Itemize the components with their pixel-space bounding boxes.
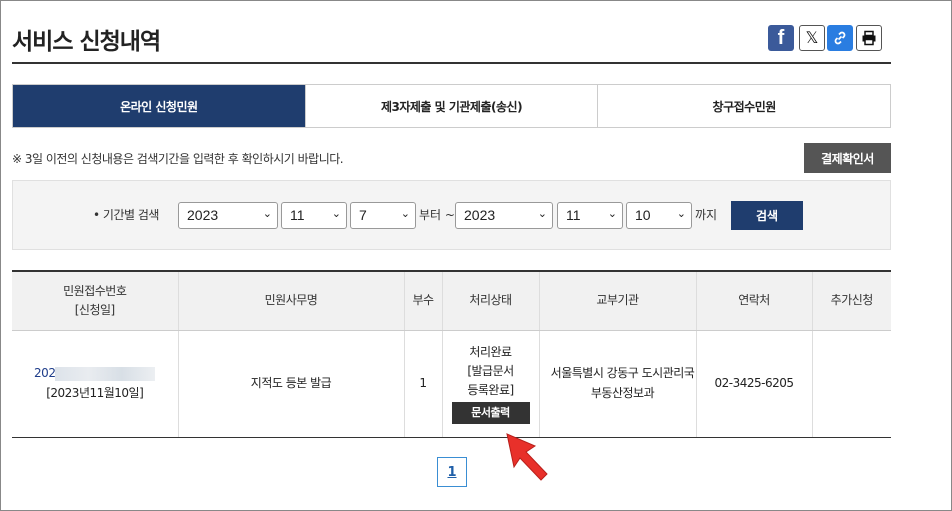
col-header-office: 교부기관	[538, 270, 696, 331]
col-header-copies: 부수	[403, 270, 442, 331]
link-copy-icon[interactable]	[827, 25, 853, 51]
tab-counter-application[interactable]: 창구접수민원	[597, 85, 891, 127]
chevron-down-icon: ⌄	[331, 208, 341, 220]
col-header-app-no: 민원접수번호 [신청일]	[12, 270, 178, 331]
range-from-suffix: 부터 ~	[419, 208, 455, 222]
redacted-number	[55, 366, 156, 381]
facebook-share-icon[interactable]: f	[768, 25, 794, 51]
table-row: 202 [2023년11월10일] 지적도 등본 발급 1 처리완료 [발급문서…	[12, 330, 891, 438]
search-notice: ※ 3일 이전의 신청내용은 검색기간을 입력한 후 확인하시기 바랍니다.	[12, 152, 344, 166]
to-month-value: 11	[566, 207, 581, 223]
tab-third-party-submission[interactable]: 제3자제출 및 기관제출(송신)	[304, 85, 598, 127]
office-line-1: 서울특별시 강동구 도시관리국	[550, 366, 695, 381]
from-month-select[interactable]: 11 ⌄	[281, 202, 347, 229]
from-day-value: 7	[359, 207, 367, 223]
cell-office: 서울특별시 강동구 도시관리국 부동산정보과	[538, 330, 696, 438]
cell-app-no: 202 [2023년11월10일]	[12, 330, 178, 438]
table-header-row: 민원접수번호 [신청일] 민원사무명 부수 처리상태 교부기관 연락처 추가신청	[12, 270, 891, 331]
application-history-table: 민원접수번호 [신청일] 민원사무명 부수 처리상태 교부기관 연락처 추가신청 …	[12, 270, 891, 438]
cell-status: 처리완료 [발급문서 등록완료] 문서출력	[441, 330, 539, 438]
from-month-value: 11	[290, 207, 305, 223]
cell-contact: 02-3425-6205	[695, 330, 812, 438]
document-print-button[interactable]: 문서출력	[451, 402, 530, 425]
application-number-link[interactable]: 202	[34, 366, 156, 381]
office-line-2: 부동산정보과	[590, 385, 655, 400]
x-share-icon[interactable]: 𝕏	[799, 25, 825, 51]
cell-copies: 1	[403, 330, 442, 438]
print-icon[interactable]	[856, 25, 882, 51]
tab-online-application[interactable]: 온라인 신청민원	[13, 85, 305, 127]
col-header-app-no-label: 민원접수번호	[63, 283, 127, 298]
chevron-down-icon: ⌄	[262, 208, 272, 220]
cell-name: 지적도 등본 발급	[177, 330, 404, 438]
col-header-extra: 추가신청	[811, 270, 891, 331]
tab-bar: 온라인 신청민원 제3자제출 및 기관제출(송신) 창구접수민원	[12, 84, 891, 128]
pointer-arrow-icon	[506, 433, 548, 481]
from-year-value: 2023	[187, 207, 219, 223]
status-line-1: 처리완료	[469, 344, 512, 359]
chevron-down-icon: ⌄	[607, 208, 617, 220]
from-day-select[interactable]: 7 ⌄	[350, 202, 416, 229]
status-line-3: 등록완료]	[467, 383, 514, 398]
chevron-down-icon: ⌄	[537, 208, 547, 220]
period-search-label-text: 기간별 검색	[102, 208, 160, 222]
search-button[interactable]: 검색	[731, 201, 803, 230]
chevron-down-icon: ⌄	[676, 208, 686, 220]
range-to-suffix: 까지	[695, 208, 718, 222]
period-search-label: • 기간별 검색	[93, 208, 160, 222]
to-year-select[interactable]: 2023 ⌄	[455, 202, 553, 229]
page-title: 서비스 신청내역	[12, 29, 161, 55]
title-divider	[12, 62, 891, 64]
to-month-select[interactable]: 11 ⌄	[557, 202, 623, 229]
to-day-value: 10	[635, 207, 651, 223]
application-number-text: 202	[34, 366, 56, 381]
application-date: [2023년11월10일]	[46, 385, 144, 400]
cell-extra	[811, 330, 891, 438]
to-year-value: 2023	[464, 207, 496, 223]
from-year-select[interactable]: 2023 ⌄	[178, 202, 278, 229]
col-header-name: 민원사무명	[177, 270, 404, 331]
payment-receipt-button[interactable]: 결제확인서	[804, 143, 891, 173]
chevron-down-icon: ⌄	[400, 208, 410, 220]
col-header-contact: 연락처	[695, 270, 812, 331]
page-number-button[interactable]: 1	[437, 457, 467, 487]
status-line-2: [발급문서	[467, 363, 514, 378]
to-day-select[interactable]: 10 ⌄	[626, 202, 692, 229]
col-header-app-date-label: [신청일]	[74, 302, 115, 317]
col-header-status: 처리상태	[441, 270, 539, 331]
